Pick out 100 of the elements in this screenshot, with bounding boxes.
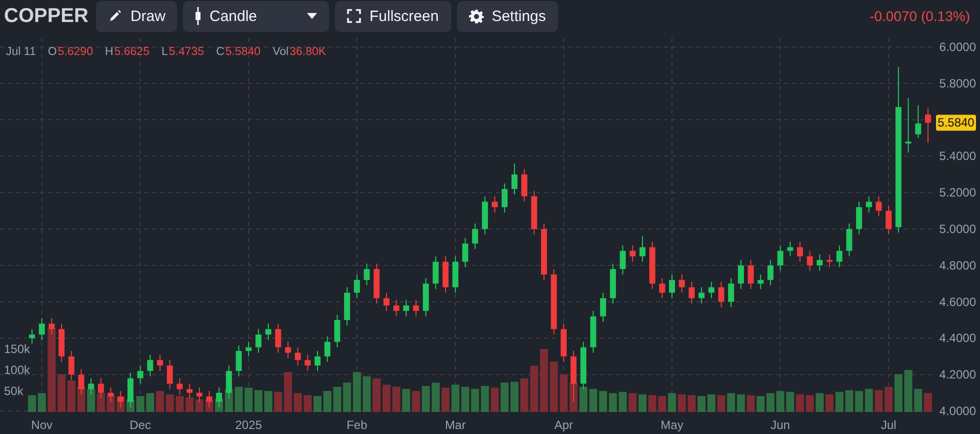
ohlc-value: 5.5840 — [225, 46, 261, 58]
candle — [856, 201, 862, 235]
volume-bar — [28, 395, 36, 412]
volume-bar — [628, 393, 637, 412]
volume-bar — [343, 382, 352, 412]
candle — [108, 386, 114, 402]
axis-label: 5.2000 — [939, 186, 976, 200]
volume-bar — [874, 390, 883, 412]
candle — [422, 278, 429, 317]
candle — [925, 108, 931, 144]
candle — [334, 314, 340, 348]
volume-bar — [796, 394, 804, 412]
volume-bar — [855, 391, 864, 412]
volume-bar — [146, 393, 154, 412]
volume-bar — [668, 393, 676, 412]
axis-label: 100k — [4, 363, 30, 377]
caret-icon — [307, 13, 318, 19]
volume-bar — [816, 393, 824, 412]
settings-icon — [468, 8, 484, 24]
candle — [797, 241, 803, 262]
volume-bar — [136, 396, 144, 412]
candle — [58, 323, 65, 362]
candle — [560, 323, 567, 362]
candle — [738, 259, 744, 290]
candle — [48, 318, 55, 336]
candle — [570, 350, 577, 402]
candle — [915, 104, 922, 138]
settings-button[interactable]: Settings — [456, 0, 558, 32]
fullscreen-button[interactable]: Fullscreen — [335, 0, 451, 32]
candle — [294, 346, 301, 366]
volume-bar — [274, 392, 282, 412]
candle — [531, 190, 538, 235]
candle — [98, 378, 104, 399]
candle — [226, 365, 232, 399]
axis-label: Jul — [880, 418, 896, 432]
volume-bar — [698, 396, 706, 412]
candle — [886, 204, 892, 235]
volume-bar — [284, 372, 292, 412]
volume-bar — [579, 386, 588, 412]
last-price-badge: 5.5840 — [936, 114, 976, 131]
candle — [383, 292, 390, 312]
axis-label: Jun — [770, 418, 790, 432]
candle — [304, 354, 311, 372]
volume-bar — [550, 362, 558, 412]
candle — [816, 254, 823, 272]
candle — [718, 281, 724, 308]
candle — [364, 263, 370, 286]
ohlc-value: 5.6290 — [58, 46, 93, 58]
volume-bar — [323, 391, 332, 412]
candle — [38, 318, 45, 341]
candle — [787, 241, 794, 257]
volume-bar — [372, 378, 381, 412]
volume-bar — [382, 384, 390, 412]
volume-bar — [510, 382, 518, 412]
axis-label: May — [660, 418, 684, 432]
axis-label: Dec — [130, 418, 151, 432]
candle — [806, 250, 813, 272]
candle — [196, 386, 202, 402]
volume-bar — [560, 374, 568, 412]
candle — [344, 286, 350, 326]
candle — [698, 286, 705, 304]
candle — [403, 299, 410, 317]
ohlc-label: O — [48, 46, 57, 58]
fullscreen-icon — [347, 9, 362, 23]
volume-bar — [451, 384, 460, 412]
candle — [905, 97, 912, 154]
candle — [236, 344, 242, 377]
volume-bar — [96, 393, 105, 412]
volume-bar — [58, 374, 66, 412]
volume-bar — [618, 392, 627, 412]
draw-button[interactable]: Draw — [96, 0, 178, 32]
candle — [590, 310, 596, 354]
volume-bar — [914, 388, 922, 412]
volume-bar — [166, 394, 174, 412]
candle — [393, 299, 400, 317]
volume-bar — [826, 394, 834, 412]
candle — [678, 274, 685, 294]
candle — [492, 196, 498, 214]
volume-bar — [904, 370, 912, 412]
axis-label: Apr — [554, 418, 574, 432]
volume-bar — [845, 390, 854, 412]
candle — [846, 223, 852, 257]
volume-bar — [294, 393, 302, 412]
volume-bar — [599, 391, 608, 412]
candle — [669, 274, 675, 299]
candle — [866, 196, 872, 214]
volume-bar — [776, 391, 784, 412]
volume-bar — [608, 393, 617, 412]
axis-label: 6.0000 — [939, 40, 976, 54]
candle — [728, 278, 734, 308]
candle — [452, 256, 458, 294]
candle — [777, 244, 784, 272]
candle — [68, 350, 74, 381]
candle — [659, 278, 666, 299]
candle — [521, 168, 528, 202]
chart-type-dropdown[interactable]: Candle — [183, 0, 330, 32]
bar-date: Jul 11 — [6, 46, 36, 58]
volume-bar — [422, 386, 430, 412]
candle — [600, 292, 606, 322]
candle — [580, 341, 586, 390]
